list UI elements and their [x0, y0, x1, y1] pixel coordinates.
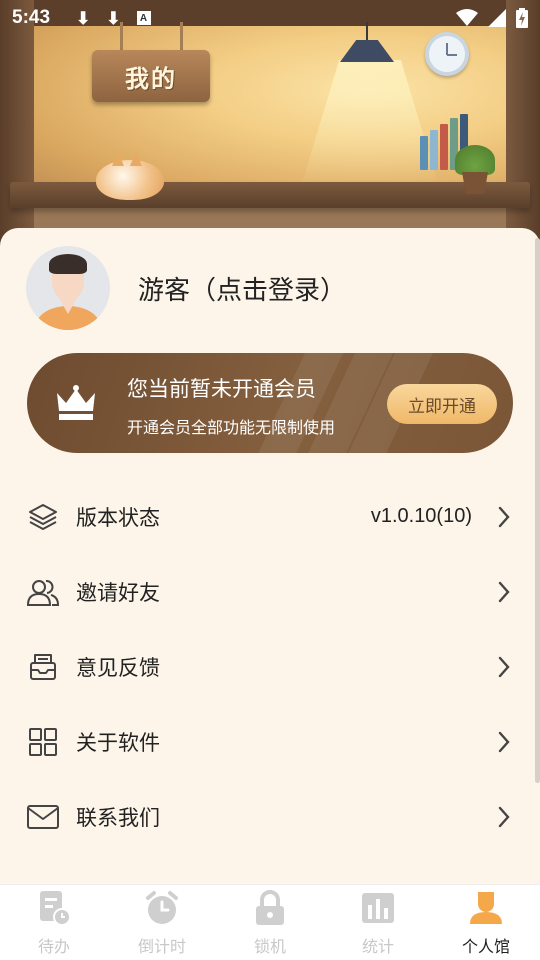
- settings-menu: 版本状态 v1.0.10(10) 邀请好友 意见反馈 关于软件 联系我们: [0, 479, 540, 854]
- menu-item-version[interactable]: 版本状态 v1.0.10(10): [0, 479, 540, 554]
- bottom-tab-bar: 待办 倒计时 锁机 统计 个人馆: [0, 884, 540, 960]
- tab-label: 待办: [37, 937, 70, 956]
- hanging-sign: 我的: [92, 50, 210, 102]
- person-icon: [467, 889, 505, 927]
- menu-item-label: 版本状态: [76, 505, 160, 530]
- layers-icon: [26, 500, 60, 534]
- page-title: 我的: [125, 64, 177, 93]
- header-illustration: 我的 5:43 ⬇ ⬇ A: [0, 0, 540, 250]
- sleeping-cat-icon: [96, 160, 164, 200]
- mail-icon: [26, 800, 60, 834]
- tab-profile[interactable]: 个人馆: [432, 885, 540, 960]
- download-icon: ⬇: [76, 8, 91, 28]
- tab-label: 锁机: [253, 937, 286, 956]
- menu-item-about[interactable]: 关于软件: [0, 704, 540, 779]
- chevron-right-icon: [494, 581, 514, 603]
- username-login-link[interactable]: 游客（点击登录）: [138, 270, 346, 307]
- download-icon: ⬇: [106, 8, 121, 28]
- window-frame-right: [506, 0, 540, 250]
- menu-item-feedback[interactable]: 意见反馈: [0, 629, 540, 704]
- window-sill: [10, 182, 530, 208]
- version-value: v1.0.10(10): [370, 505, 472, 527]
- grid-apps-icon: [26, 725, 60, 759]
- vip-subtitle: 开通会员全部功能无限制使用: [127, 418, 336, 437]
- open-vip-button[interactable]: 立即开通: [387, 384, 497, 424]
- tab-stats[interactable]: 统计: [324, 885, 432, 960]
- feedback-inbox-icon: [26, 650, 60, 684]
- notification-a-icon: A: [136, 11, 151, 25]
- menu-item-invite[interactable]: 邀请好友: [0, 554, 540, 629]
- menu-item-label: 邀请好友: [76, 580, 160, 605]
- bar-chart-icon: [359, 889, 397, 927]
- tab-label: 倒计时: [137, 937, 186, 956]
- status-time: 5:43: [12, 7, 51, 28]
- signal-icon: [488, 9, 506, 27]
- wifi-icon: [456, 9, 478, 26]
- profile-login-row[interactable]: 游客（点击登录）: [26, 246, 346, 330]
- alarm-clock-icon: [143, 889, 181, 927]
- crown-icon: [57, 385, 95, 420]
- vip-title: 您当前暂未开通会员: [127, 377, 316, 401]
- users-icon: [26, 575, 60, 609]
- battery-icon: [516, 8, 528, 28]
- window-frame-left: [0, 0, 34, 250]
- menu-item-label: 意见反馈: [76, 655, 160, 680]
- status-bar: 5:43 ⬇ ⬇ A: [0, 0, 540, 36]
- menu-item-contact[interactable]: 联系我们: [0, 779, 540, 854]
- todo-document-icon: [35, 889, 73, 927]
- chevron-right-icon: [494, 731, 514, 753]
- chevron-right-icon: [494, 656, 514, 678]
- tab-label: 个人馆: [461, 937, 510, 956]
- menu-item-label: 关于软件: [76, 730, 160, 755]
- menu-item-label: 联系我们: [76, 805, 160, 830]
- tab-lock[interactable]: 锁机: [216, 885, 324, 960]
- lock-icon: [251, 889, 289, 927]
- tab-countdown[interactable]: 倒计时: [108, 885, 216, 960]
- potted-plant-icon: [455, 145, 495, 175]
- avatar[interactable]: [26, 246, 110, 330]
- vip-banner[interactable]: 您当前暂未开通会员 开通会员全部功能无限制使用 立即开通: [27, 353, 513, 453]
- chevron-right-icon: [494, 506, 514, 528]
- tab-todo[interactable]: 待办: [0, 885, 108, 960]
- tab-label: 统计: [361, 937, 394, 956]
- chevron-right-icon: [494, 806, 514, 828]
- wall-clock-icon: [425, 32, 469, 76]
